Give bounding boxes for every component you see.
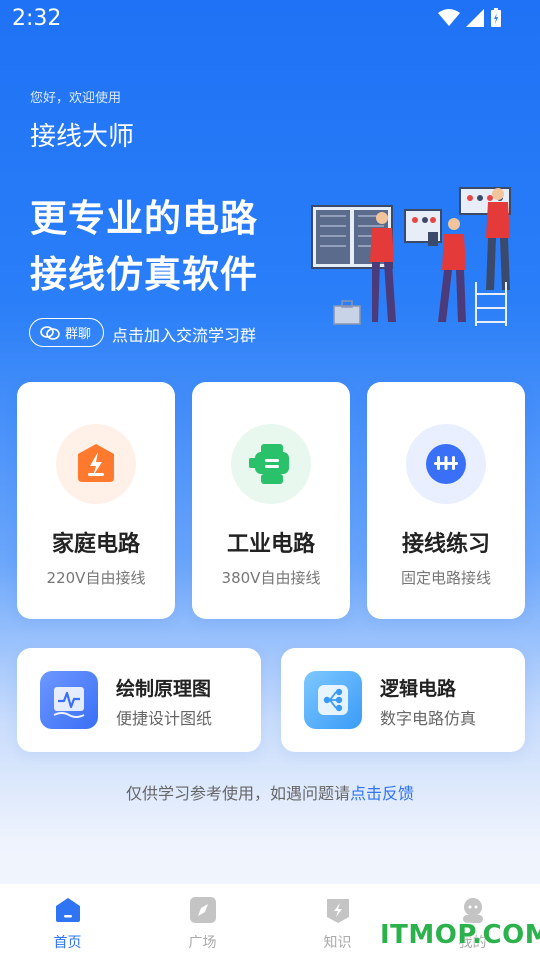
- wiring-practice-title: 接线练习: [401, 532, 490, 557]
- wiring-practice-card[interactable]: 接线练习 固定电路接线: [367, 382, 525, 619]
- schematic-icon: [40, 671, 98, 729]
- nav-label-square: 广场: [188, 935, 217, 951]
- home-bolt-icon: [56, 424, 136, 504]
- group-chat-button[interactable]: 群聊: [29, 318, 104, 347]
- hero-title-line-1: 更专业的电路: [30, 197, 258, 240]
- app-title: 接线大师: [30, 122, 135, 152]
- industrial-machine-icon: [231, 424, 311, 504]
- signal-icon: [466, 9, 484, 27]
- nav-item-home[interactable]: 首页: [0, 884, 135, 960]
- greeting-text: 您好，欢迎使用: [30, 91, 122, 106]
- home-circuit-title: 家庭电路: [51, 532, 140, 557]
- nav-label-home: 首页: [53, 935, 82, 951]
- wifi-icon: [438, 9, 460, 26]
- logic-circuit-icon: [304, 671, 362, 729]
- disclaimer: 仅供学习参考使用，如遇问题请点击反馈: [0, 780, 540, 804]
- industrial-circuit-subtitle: 380V自由接线: [221, 569, 321, 587]
- logic-circuit-title: 逻辑电路: [380, 678, 457, 700]
- schematic-subtitle: 便捷设计图纸: [116, 709, 213, 728]
- electricians-illustration: [311, 187, 511, 326]
- status-icons: [438, 8, 502, 28]
- industrial-circuit-title: 工业电路: [226, 532, 315, 557]
- home-icon: [55, 898, 80, 922]
- home-circuit-subtitle: 220V自由接线: [46, 569, 146, 587]
- watermark: ITMOP.COM: [380, 920, 540, 950]
- schematic-title: 绘制原理图: [116, 678, 212, 700]
- wiring-practice-subtitle: 固定电路接线: [400, 569, 491, 587]
- chat-bubble-icon: [40, 325, 60, 340]
- schematic-card[interactable]: 绘制原理图 便捷设计图纸: [17, 648, 261, 752]
- logic-circuit-subtitle: 数字电路仿真: [380, 709, 477, 728]
- join-group-link[interactable]: 点击加入交流学习群: [112, 322, 256, 346]
- home-circuit-card[interactable]: 家庭电路 220V自由接线: [17, 382, 175, 619]
- logic-circuit-card[interactable]: 逻辑电路 数字电路仿真: [281, 648, 525, 752]
- nav-item-square[interactable]: 广场: [135, 884, 270, 960]
- hero-title-line-2: 接线仿真软件: [30, 253, 258, 296]
- feedback-link[interactable]: 点击反馈: [350, 784, 414, 803]
- status-time: 2:32: [12, 6, 62, 31]
- wiring-practice-icon: [406, 424, 486, 504]
- compass-icon: [189, 897, 216, 923]
- battery-icon: [491, 8, 501, 27]
- group-chat-label: 群聊: [65, 327, 92, 342]
- knowledge-icon: [326, 899, 349, 923]
- status-bar: 2:32: [0, 0, 540, 38]
- industrial-circuit-card[interactable]: 工业电路 380V自由接线: [192, 382, 350, 619]
- disclaimer-text: 仅供学习参考使用，如遇问题请: [125, 784, 350, 803]
